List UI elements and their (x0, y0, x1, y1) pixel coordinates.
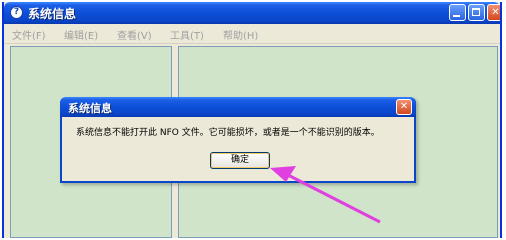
menu-edit[interactable]: 编辑(E) (64, 27, 98, 42)
menu-tools[interactable]: 工具(T) (170, 27, 204, 42)
ok-button[interactable]: 确定 (210, 152, 270, 169)
dialog-message: 系统信息不能打开此 NFO 文件。它可能损坏，或者是一个不能识别的版本。 (76, 128, 380, 138)
maximize-button[interactable] (468, 4, 485, 21)
menu-bar: 文件(F) 编辑(E) 查看(V) 工具(T) 帮助(H) (4, 24, 500, 44)
title-bar[interactable]: ? 系统信息 (4, 2, 500, 24)
close-button[interactable] (487, 4, 500, 21)
menu-file[interactable]: 文件(F) (12, 27, 46, 42)
menu-view[interactable]: 查看(V) (117, 27, 152, 42)
error-dialog: 系统信息 ✕ 系统信息不能打开此 NFO 文件。它可能损坏，或者是一个不能识别的… (60, 97, 416, 183)
dialog-title-bar[interactable]: 系统信息 ✕ (60, 97, 416, 117)
window-title: 系统信息 (28, 7, 77, 21)
menu-help[interactable]: 帮助(H) (223, 27, 258, 42)
minimize-button[interactable] (449, 4, 466, 21)
dialog-close-button[interactable]: ✕ (396, 99, 412, 115)
dialog-title: 系统信息 (68, 102, 112, 115)
help-circle-icon: ? (10, 6, 23, 19)
